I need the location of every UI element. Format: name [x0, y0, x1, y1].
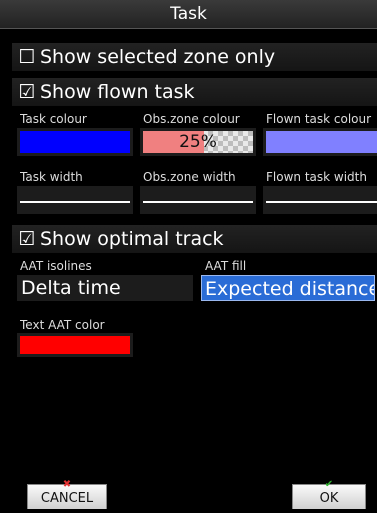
- obs-zone-width-label: Obs.zone width: [143, 170, 236, 184]
- task-width-line: [20, 201, 130, 203]
- task-width-label: Task width: [20, 170, 83, 184]
- checkbox-checked-icon: ☑: [18, 228, 36, 250]
- checkbox-unchecked-icon: ☐: [18, 46, 36, 68]
- text-aat-color-label: Text AAT color: [20, 318, 105, 332]
- text-aat-color-swatch: [20, 336, 130, 354]
- ok-check-icon: ✔: [324, 479, 334, 490]
- aat-isolines-label: AAT isolines: [20, 259, 92, 273]
- aat-isolines-dropdown[interactable]: Delta time: [17, 275, 193, 301]
- aat-fill-dropdown[interactable]: Expected distance: [201, 275, 375, 301]
- flown-task-width-line: [266, 201, 377, 203]
- flown-task-colour-swatch: [266, 131, 377, 153]
- obs-zone-colour-swatch: 25%: [143, 131, 253, 153]
- task-width-picker[interactable]: [17, 186, 133, 214]
- dialog-title: Task: [0, 0, 377, 29]
- aat-fill-label: AAT fill: [205, 259, 247, 273]
- show-selected-zone-only-toggle[interactable]: ☐ Show selected zone only: [12, 43, 377, 71]
- ok-button[interactable]: ✔ OK: [292, 480, 366, 509]
- show-flown-task-label: Show flown task: [40, 81, 195, 103]
- show-selected-zone-only-label: Show selected zone only: [40, 46, 276, 68]
- flown-task-width-label: Flown task width: [266, 170, 367, 184]
- obs-zone-width-picker[interactable]: [140, 186, 256, 214]
- obs-zone-width-line: [143, 201, 253, 203]
- cancel-x-icon: ✖: [62, 479, 72, 490]
- checkbox-checked-icon: ☑: [18, 81, 36, 103]
- show-optimal-track-toggle[interactable]: ☑ Show optimal track: [12, 225, 377, 253]
- flown-task-colour-picker[interactable]: [263, 128, 377, 156]
- obs-zone-opacity-value: 25%: [179, 132, 217, 152]
- ok-button-label: OK: [319, 491, 339, 506]
- obs-zone-colour-picker[interactable]: 25%: [140, 128, 256, 156]
- obs-zone-colour-label: Obs.zone colour: [143, 112, 240, 126]
- flown-task-width-picker[interactable]: [263, 186, 377, 214]
- task-colour-picker[interactable]: [17, 128, 133, 156]
- task-colour-swatch: [20, 131, 130, 153]
- cancel-button[interactable]: ✖ CANCEL: [27, 480, 107, 509]
- show-flown-task-toggle[interactable]: ☑ Show flown task: [12, 78, 377, 106]
- cancel-button-label: CANCEL: [40, 491, 94, 506]
- text-aat-color-picker[interactable]: [17, 333, 133, 357]
- aat-isolines-value: Delta time: [21, 277, 121, 299]
- aat-fill-value: Expected distance: [205, 278, 375, 300]
- show-optimal-track-label: Show optimal track: [40, 228, 224, 250]
- flown-task-colour-label: Flown task colour: [266, 112, 372, 126]
- task-colour-label: Task colour: [20, 112, 87, 126]
